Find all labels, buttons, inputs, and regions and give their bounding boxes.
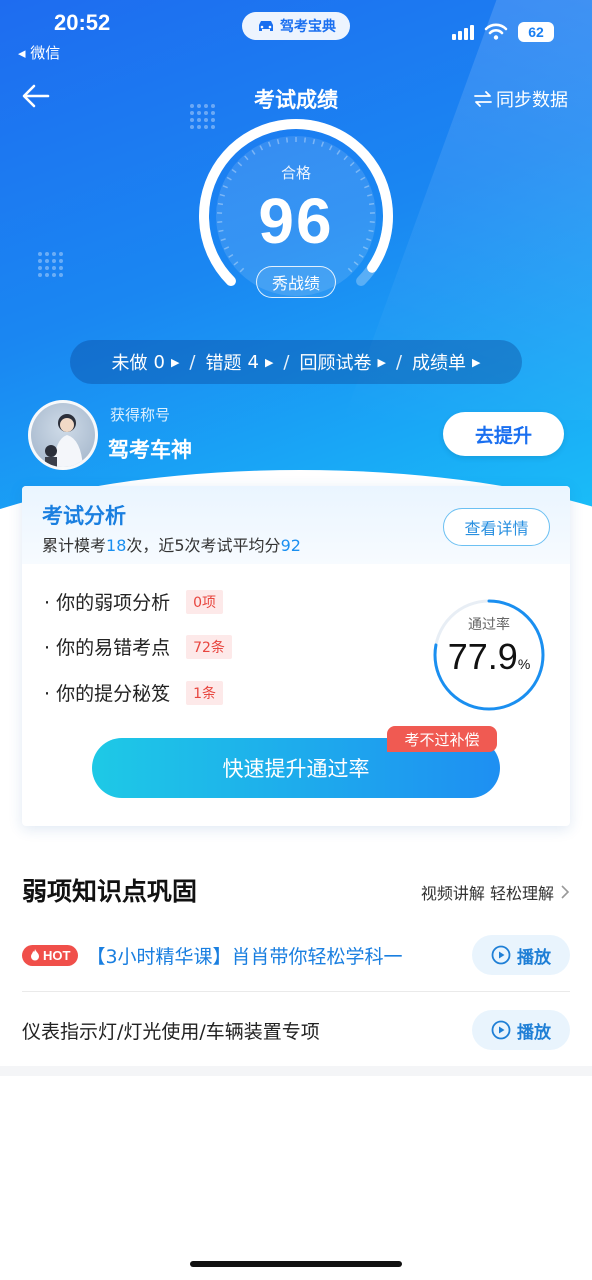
play-label: 播放 xyxy=(517,947,551,968)
course-title: 仪表指示灯/灯光使用/车辆装置专项 xyxy=(22,1020,320,1043)
sync-icon xyxy=(474,91,492,107)
quick-link-count: 0 xyxy=(153,351,165,373)
status-icons: 62 xyxy=(452,22,554,42)
decor-dots xyxy=(38,252,63,277)
cellular-signal-icon xyxy=(452,24,474,40)
quick-link-label: 未做 xyxy=(111,353,148,374)
course-item[interactable]: 仪表指示灯/灯光使用/车辆装置专项 播放 xyxy=(22,1008,570,1052)
triangle-right-icon: ▶ xyxy=(264,355,274,369)
count-badge: 72条 xyxy=(186,634,232,659)
quick-link-wrong[interactable]: 错题 4 ▶ xyxy=(205,349,273,375)
sync-data-button[interactable]: 同步数据 xyxy=(474,86,568,112)
status-time: 20:52 xyxy=(54,10,111,35)
battery-icon: 62 xyxy=(518,22,554,42)
separator: / xyxy=(395,351,403,373)
refund-tag: 考不过补偿 xyxy=(387,726,497,752)
title-label: 获得称号 xyxy=(110,406,171,424)
hot-label: HOT xyxy=(43,947,71,963)
title-name: 驾考车神 xyxy=(108,438,192,462)
mock-exam-summary: 累计模考18次，近5次考试平均分92 xyxy=(42,532,301,556)
hot-badge: HOT xyxy=(22,944,79,966)
triangle-right-icon: ▶ xyxy=(472,355,481,369)
row-label: · 你的易错考点 xyxy=(44,637,171,659)
row-label: · 你的弱项分析 xyxy=(44,592,171,614)
triangle-right-icon: ▶ xyxy=(377,355,386,369)
chevron-right-icon xyxy=(561,885,570,899)
quick-links-bar: 未做 0 ▶ / 错题 4 ▶ / 回顾试卷 ▶ / 成绩单 ▶ xyxy=(70,340,522,384)
divider xyxy=(22,991,570,992)
pass-rate-number: 77.9 xyxy=(447,636,518,677)
count-badge: 1条 xyxy=(186,680,224,705)
home-indicator[interactable] xyxy=(190,1261,402,1267)
quick-link-undone[interactable]: 未做 0 ▶ xyxy=(111,349,179,375)
summary-text: 累计模考 xyxy=(42,536,107,555)
car-icon xyxy=(259,21,273,31)
improve-button[interactable]: 去提升 xyxy=(443,412,564,456)
row-label: · 你的提分秘笈 xyxy=(44,683,171,705)
gauge-tick xyxy=(303,137,307,143)
view-details-button[interactable]: 查看详情 xyxy=(443,508,550,546)
error-prone-row[interactable]: · 你的易错考点 72条 xyxy=(44,633,232,660)
separator: / xyxy=(283,351,290,373)
video-explain-link[interactable]: 视频讲解 轻松理解 xyxy=(421,880,570,904)
avatar-illustration xyxy=(45,414,83,467)
quick-link-label: 错题 xyxy=(205,353,242,374)
pass-rate-value: 77.9% xyxy=(430,636,548,678)
back-arrow-icon[interactable] xyxy=(20,80,52,112)
quick-link-label: 成绩单 xyxy=(412,353,467,374)
play-label: 播放 xyxy=(517,1022,551,1043)
pass-rate-label: 通过率 xyxy=(468,617,510,633)
tips-row[interactable]: · 你的提分秘笈 1条 xyxy=(44,679,224,706)
play-icon xyxy=(491,1020,511,1040)
more-label: 视频讲解 轻松理解 xyxy=(420,884,554,903)
mock-count: 18 xyxy=(106,536,127,555)
flame-icon xyxy=(31,949,39,961)
quick-link-review[interactable]: 回顾试卷 ▶ xyxy=(299,349,385,375)
weak-analysis-row[interactable]: · 你的弱项分析 0项 xyxy=(44,588,224,615)
sync-data-label: 同步数据 xyxy=(496,90,568,111)
average-score: 92 xyxy=(280,536,301,555)
back-to-app-link[interactable]: ◂ 微信 xyxy=(18,42,60,63)
pass-rate-unit: % xyxy=(517,656,531,672)
avatar[interactable] xyxy=(28,400,98,470)
summary-text: 次，近5次考试平均分 xyxy=(126,536,281,555)
section-separator xyxy=(0,1066,592,1076)
app-name-pill: 驾考宝典 xyxy=(242,12,350,40)
course-title: 【3小时精华课】肖肖带你轻松学科一 xyxy=(86,945,403,968)
app-name: 驾考宝典 xyxy=(280,19,336,35)
wifi-icon xyxy=(484,23,508,40)
share-score-button[interactable]: 秀战绩 xyxy=(256,266,336,298)
score-status: 合格 xyxy=(280,164,311,182)
course-item[interactable]: HOT 【3小时精华课】肖肖带你轻松学科一 播放 xyxy=(22,933,570,977)
quick-link-report[interactable]: 成绩单 ▶ xyxy=(412,349,480,375)
play-button[interactable]: 播放 xyxy=(472,935,570,975)
play-button[interactable]: 播放 xyxy=(472,1010,570,1050)
count-badge: 0项 xyxy=(186,589,224,614)
separator: / xyxy=(189,351,196,373)
card-title: 考试分析 xyxy=(42,504,126,528)
quick-link-count: 4 xyxy=(247,351,259,373)
gauge-tick xyxy=(285,137,289,143)
play-icon xyxy=(491,945,511,965)
score-value: 96 xyxy=(258,185,334,257)
exam-analysis-card: 考试分析 累计模考18次，近5次考试平均分92 查看详情 · 你的弱项分析 0项… xyxy=(22,486,570,826)
section-title: 弱项知识点巩固 xyxy=(22,877,198,906)
triangle-right-icon: ▶ xyxy=(170,355,180,369)
quick-link-label: 回顾试卷 xyxy=(299,353,372,374)
